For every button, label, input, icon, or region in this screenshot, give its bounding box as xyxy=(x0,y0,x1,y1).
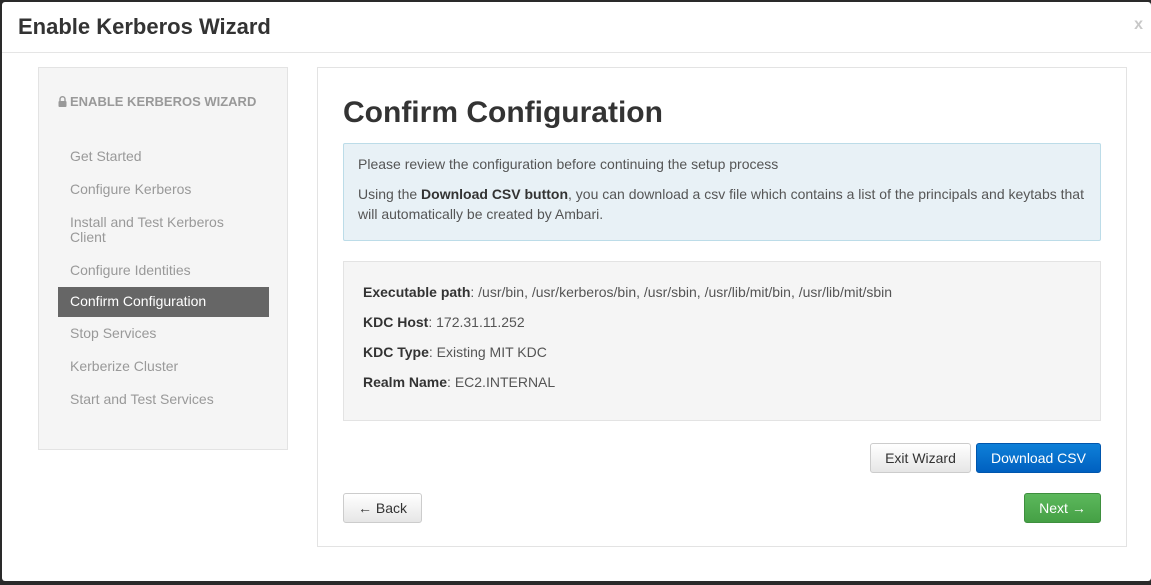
step-stop-services[interactable]: Stop Services xyxy=(58,317,269,350)
alert-line-1: Please review the configuration before c… xyxy=(358,156,779,172)
download-csv-button[interactable]: Download CSV xyxy=(976,443,1101,473)
step-label: Start and Test Services xyxy=(70,391,214,407)
detail-kdc-host: KDC Host: 172.31.11.252 xyxy=(363,312,1081,332)
step-confirm-configuration[interactable]: Confirm Configuration xyxy=(58,287,269,317)
step-get-started[interactable]: Get Started xyxy=(58,140,269,173)
detail-value: : 172.31.11.252 xyxy=(428,314,525,330)
alert-line-2: Using the Download CSV button, you can d… xyxy=(358,184,1086,224)
exit-wizard-button[interactable]: Exit Wizard xyxy=(870,443,971,473)
configuration-details: Executable path: /usr/bin, /usr/kerberos… xyxy=(343,261,1101,421)
detail-label: Executable path xyxy=(363,284,471,300)
detail-value: : Existing MIT KDC xyxy=(428,344,547,360)
detail-label: Realm Name xyxy=(363,374,448,390)
step-label: Kerberize Cluster xyxy=(70,358,179,374)
step-kerberize-cluster[interactable]: Kerberize Cluster xyxy=(58,350,269,383)
detail-realm-name: Realm Name: EC2.INTERNAL xyxy=(363,372,1081,392)
page-title: Confirm Configuration xyxy=(343,96,663,129)
step-label: Stop Services xyxy=(70,325,157,341)
step-label: Get Started xyxy=(70,148,142,164)
step-label: Configure Identities xyxy=(70,262,191,278)
step-label: Confirm Configuration xyxy=(70,293,207,309)
detail-executable-path: Executable path: /usr/bin, /usr/kerberos… xyxy=(363,282,1081,302)
step-label: Configure Kerberos xyxy=(70,181,192,197)
detail-label: KDC Host xyxy=(363,314,429,330)
sidebar-header-label: ENABLE KERBEROS WIZARD xyxy=(70,94,257,109)
next-button[interactable]: Next → xyxy=(1024,493,1101,523)
step-install-test-client[interactable]: Install and Test Kerberos Client xyxy=(58,206,269,254)
alert-bold-text: Download CSV button xyxy=(421,186,569,202)
detail-label: KDC Type xyxy=(363,344,429,360)
step-label: Install and Test Kerberos Client xyxy=(70,214,224,245)
back-button[interactable]: ← Back xyxy=(343,493,422,523)
modal-header: Enable Kerberos Wizard x xyxy=(2,2,1151,53)
wizard-sidebar: ENABLE KERBEROS WIZARD Get Started Confi… xyxy=(38,67,288,450)
alert-text: Using the xyxy=(358,186,422,202)
detail-value: : EC2.INTERNAL xyxy=(447,374,556,390)
step-configure-kerberos[interactable]: Configure Kerberos xyxy=(58,173,269,206)
modal-title: Enable Kerberos Wizard xyxy=(18,14,271,39)
step-start-test-services[interactable]: Start and Test Services xyxy=(58,383,269,416)
wizard-steps: Get Started Configure Kerberos Install a… xyxy=(58,140,269,416)
wizard-modal: Enable Kerberos Wizard x ENABLE KERBEROS… xyxy=(2,2,1151,581)
step-configure-identities[interactable]: Configure Identities xyxy=(58,254,269,287)
lock-icon xyxy=(58,96,67,107)
sidebar-header: ENABLE KERBEROS WIZARD xyxy=(58,92,258,112)
detail-kdc-type: KDC Type: Existing MIT KDC xyxy=(363,342,1081,362)
close-button[interactable]: x xyxy=(1134,16,1143,34)
info-alert: Please review the configuration before c… xyxy=(343,143,1101,241)
detail-value: : /usr/bin, /usr/kerberos/bin, /usr/sbin… xyxy=(470,284,893,300)
main-content: Confirm Configuration Please review the … xyxy=(317,67,1127,547)
